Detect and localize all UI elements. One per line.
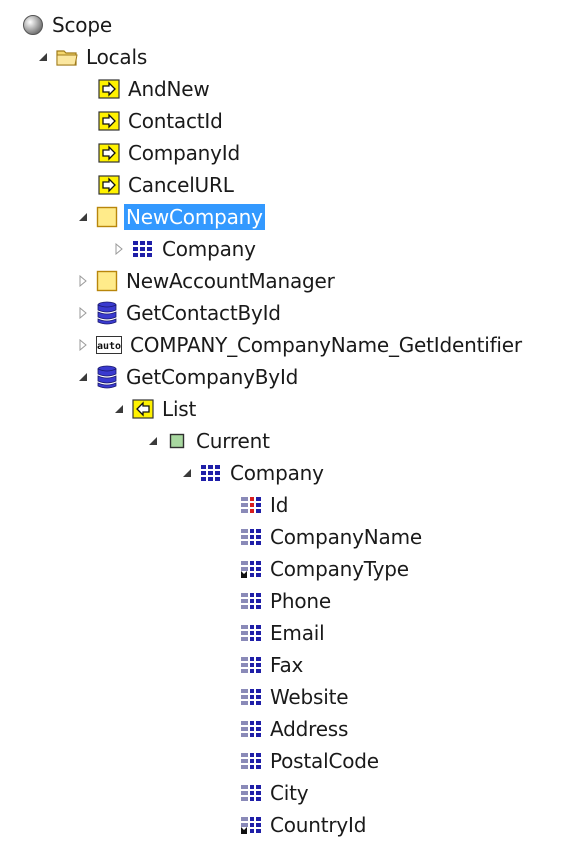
attribute-icon	[240, 686, 262, 708]
tree-node-new-account-manager[interactable]: NewAccountManager	[76, 266, 337, 296]
reference-attribute-icon	[240, 814, 262, 836]
expand-arrow-icon[interactable]	[76, 274, 90, 288]
tree-node-company-entity[interactable]: Company	[180, 458, 326, 488]
collapse-arrow-icon[interactable]	[36, 50, 50, 64]
expand-arrow-icon[interactable]	[76, 338, 90, 352]
tree-node-cancel-url[interactable]: CancelURL	[98, 170, 236, 200]
expand-arrow-icon[interactable]	[112, 242, 126, 256]
input-parameter-icon	[98, 110, 120, 132]
tree-node-new-company[interactable]: NewCompany	[76, 202, 265, 232]
tree-node-attribute[interactable]: PostalCode	[240, 746, 381, 776]
tree-node-attribute[interactable]: CountryId	[240, 810, 368, 840]
record-icon	[166, 430, 188, 452]
entity-record-icon	[200, 462, 222, 484]
tree-node-label: Address	[270, 717, 349, 741]
tree-node-get-company-by-id[interactable]: GetCompanyById	[76, 362, 300, 392]
identifier-attribute-icon	[240, 494, 262, 516]
tree-node-list[interactable]: List	[112, 394, 198, 424]
expand-arrow-icon[interactable]	[76, 306, 90, 320]
tree-node-attribute[interactable]: Phone	[240, 586, 333, 616]
tree-node-label: GetCompanyById	[126, 365, 299, 389]
tree-node-label: PostalCode	[270, 749, 379, 773]
attribute-icon	[240, 622, 262, 644]
tree-node-attribute[interactable]: Address	[240, 714, 350, 744]
attribute-icon	[240, 782, 262, 804]
tree-node-label: Fax	[270, 653, 304, 677]
local-variable-icon	[96, 206, 118, 228]
tree-node-current[interactable]: Current	[146, 426, 272, 456]
tree-node-company-id[interactable]: CompanyId	[98, 138, 242, 168]
tree-node-scope[interactable]: Scope	[22, 10, 114, 40]
tree-node-label: AndNew	[128, 77, 210, 101]
tree-node-label: CompanyType	[270, 557, 409, 581]
collapse-arrow-icon[interactable]	[112, 402, 126, 416]
tree-node-contact-id[interactable]: ContactId	[98, 106, 225, 136]
collapse-arrow-icon[interactable]	[180, 466, 194, 480]
tree-node-locals[interactable]: Locals	[36, 42, 149, 72]
tree-node-label: Locals	[86, 45, 148, 69]
tree-node-label: ContactId	[128, 109, 223, 133]
scope-tree: Scope Locals AndNew ContactId CompanyId …	[0, 0, 572, 845]
tree-node-company-record[interactable]: Company	[112, 234, 258, 264]
input-parameter-icon	[98, 174, 120, 196]
tree-node-label: GetContactById	[126, 301, 281, 325]
attribute-icon	[240, 526, 262, 548]
tree-node-label: Website	[270, 685, 349, 709]
auto-badge-text: auto	[97, 341, 121, 352]
tree-node-label: CountryId	[270, 813, 367, 837]
tree-node-label: City	[270, 781, 309, 805]
attribute-icon	[240, 718, 262, 740]
entity-record-icon	[132, 238, 154, 260]
tree-node-label-selected: NewCompany	[124, 204, 265, 230]
tree-node-label: NewAccountManager	[126, 269, 335, 293]
tree-node-label: Phone	[270, 589, 331, 613]
input-parameter-icon	[98, 142, 120, 164]
tree-node-label: Company	[230, 461, 324, 485]
tree-node-label: CompanyId	[128, 141, 240, 165]
reference-attribute-icon	[240, 558, 262, 580]
tree-node-label: CancelURL	[128, 173, 234, 197]
tree-node-label: COMPANY_CompanyName_GetIdentifier	[130, 333, 522, 357]
attribute-icon	[240, 654, 262, 676]
tree-node-label: CompanyName	[270, 525, 422, 549]
collapse-arrow-icon[interactable]	[76, 370, 90, 384]
output-list-icon	[132, 398, 154, 420]
aggregate-database-icon	[96, 301, 118, 325]
tree-node-attribute[interactable]: CompanyName	[240, 522, 424, 552]
tree-node-label: List	[162, 397, 197, 421]
tree-node-and-new[interactable]: AndNew	[98, 74, 211, 104]
auto-function-icon: auto	[96, 334, 122, 356]
tree-node-attribute[interactable]: CompanyType	[240, 554, 411, 584]
tree-node-label: Email	[270, 621, 325, 645]
scope-icon	[22, 14, 44, 36]
local-variable-icon	[96, 270, 118, 292]
tree-node-label: Current	[196, 429, 270, 453]
attribute-icon	[240, 750, 262, 772]
tree-node-label: Id	[270, 493, 289, 517]
aggregate-database-icon	[96, 365, 118, 389]
collapse-arrow-icon[interactable]	[146, 434, 160, 448]
collapse-arrow-icon[interactable]	[76, 210, 90, 224]
attribute-icon	[240, 590, 262, 612]
tree-node-get-contact-by-id[interactable]: GetContactById	[76, 298, 283, 328]
tree-node-attribute[interactable]: Id	[240, 490, 290, 520]
tree-node-label: Company	[162, 237, 256, 261]
tree-node-label: Scope	[52, 13, 112, 37]
tree-node-attribute[interactable]: City	[240, 778, 310, 808]
folder-icon	[56, 46, 78, 68]
tree-node-attribute[interactable]: Website	[240, 682, 350, 712]
tree-node-attribute[interactable]: Email	[240, 618, 327, 648]
tree-node-company-name-get-identifier[interactable]: auto COMPANY_CompanyName_GetIdentifier	[76, 330, 524, 360]
input-parameter-icon	[98, 78, 120, 100]
tree-node-attribute[interactable]: Fax	[240, 650, 305, 680]
